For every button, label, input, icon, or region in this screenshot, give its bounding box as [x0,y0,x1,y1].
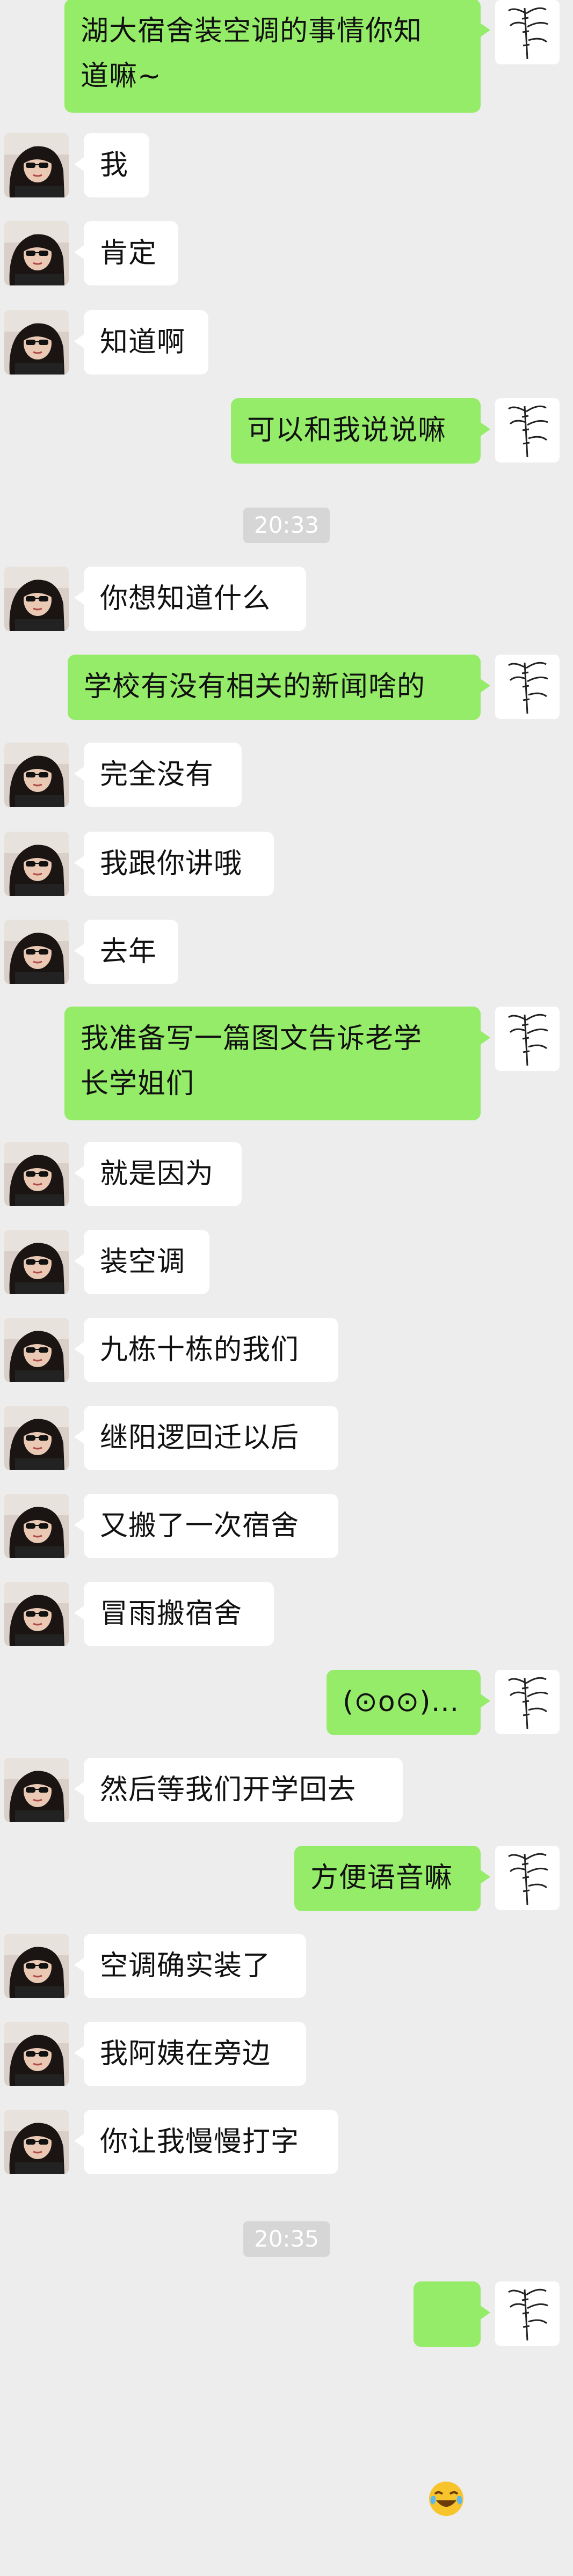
message-row: 湖大宿舍装空调的事情你知 道嘛~ [0,0,573,113]
contact-avatar[interactable] [4,1934,69,1998]
contact-avatar[interactable] [4,567,69,631]
message-row: 我跟你讲哦 [0,832,573,897]
message-row: 装空调 [0,1230,573,1295]
incoming-bubble[interactable]: 冒雨搬宿舍 [74,1582,274,1646]
outgoing-bubble[interactable]: 可以和我说说嘛 [231,398,490,464]
incoming-bubble[interactable]: 肯定 [74,221,178,285]
incoming-bubble[interactable]: 又搬了一次宿舍 [74,1494,338,1558]
self-avatar[interactable] [495,655,560,719]
message-row: 冒雨搬宿舍 [0,1582,573,1647]
self-avatar[interactable] [495,0,560,64]
contact-avatar[interactable] [4,133,69,197]
incoming-bubble[interactable]: 我阿姨在旁边 [74,2022,306,2086]
message-row: (⊙o⊙)… [0,1670,573,1735]
message-row: 你想知道什么 [0,567,573,632]
incoming-bubble[interactable]: 我 [74,133,149,197]
message-row: 知道啊 [0,310,573,376]
contact-avatar[interactable] [4,1758,69,1822]
contact-avatar[interactable] [4,310,69,375]
outgoing-bubble[interactable]: 方便语音嘛 [294,1846,490,1911]
message-row: 又搬了一次宿舍 [0,1494,573,1559]
laughing-crying-emoji-icon [427,2390,465,2516]
incoming-bubble[interactable]: 知道啊 [74,310,208,375]
incoming-bubble[interactable]: 然后等我们开学回去 [74,1758,403,1822]
self-avatar[interactable] [495,1670,560,1734]
chat-window: 湖大宿舍装空调的事情你知 道嘛~ 我 肯定 知道啊 可以和我说说嘛 20:33 [0,0,573,2516]
timestamp-label: 20:35 [243,2221,330,2257]
timestamp: 20:35 [0,2221,573,2257]
contact-avatar[interactable] [4,1318,69,1382]
self-avatar[interactable] [495,1007,560,1071]
outgoing-bubble[interactable]: 学校有没有相关的新闻啥的 [68,655,490,720]
self-avatar[interactable] [495,2281,560,2346]
message-row: 继阳逻回迁以后 [0,1406,573,1471]
outgoing-bubble[interactable]: 湖大宿舍装空调的事情你知 道嘛~ [64,0,490,113]
message-row [0,2281,573,2516]
message-row: 我准备写一篇图文告诉老学 长学姐们 [0,1007,573,1120]
message-row: 完全没有 [0,743,573,808]
contact-avatar[interactable] [4,920,69,984]
outgoing-bubble[interactable]: 我准备写一篇图文告诉老学 长学姐们 [64,1007,490,1120]
message-row: 去年 [0,920,573,985]
incoming-bubble[interactable]: 装空调 [74,1230,209,1294]
self-avatar[interactable] [495,398,560,463]
outgoing-bubble[interactable]: (⊙o⊙)… [327,1670,490,1735]
message-row: 可以和我说说嘛 [0,398,573,464]
self-avatar[interactable] [495,1846,560,1910]
contact-avatar[interactable] [4,743,69,807]
contact-avatar[interactable] [4,832,69,896]
incoming-bubble[interactable]: 继阳逻回迁以后 [74,1406,338,1470]
contact-avatar[interactable] [4,2022,69,2086]
message-row: 你让我慢慢打字 [0,2110,573,2175]
contact-avatar[interactable] [4,1142,69,1206]
incoming-bubble[interactable]: 九栋十栋的我们 [74,1318,338,1382]
message-row: 然后等我们开学回去 [0,1758,573,1823]
timestamp-label: 20:33 [243,508,330,543]
message-row: 方便语音嘛 [0,1846,573,1911]
message-row: 九栋十栋的我们 [0,1318,573,1383]
outgoing-bubble[interactable] [414,2281,490,2516]
incoming-bubble[interactable]: 空调确实装了 [74,1934,306,1998]
incoming-bubble[interactable]: 完全没有 [74,743,242,807]
incoming-bubble[interactable]: 去年 [74,920,178,984]
contact-avatar[interactable] [4,1494,69,1558]
incoming-bubble[interactable]: 你想知道什么 [74,567,306,631]
message-row: 肯定 [0,221,573,287]
message-row: 学校有没有相关的新闻啥的 [0,655,573,720]
contact-avatar[interactable] [4,1582,69,1646]
bottom-edge [0,2361,573,2368]
message-row: 就是因为 [0,1142,573,1207]
message-row: 我阿姨在旁边 [0,2022,573,2087]
contact-avatar[interactable] [4,1406,69,1470]
contact-avatar[interactable] [4,1230,69,1294]
timestamp: 20:33 [0,508,573,543]
incoming-bubble[interactable]: 你让我慢慢打字 [74,2110,338,2174]
contact-avatar[interactable] [4,221,69,285]
message-row: 空调确实装了 [0,1934,573,1999]
message-row: 我 [0,133,573,199]
contact-avatar[interactable] [4,2110,69,2174]
incoming-bubble[interactable]: 我跟你讲哦 [74,832,274,896]
incoming-bubble[interactable]: 就是因为 [74,1142,242,1206]
